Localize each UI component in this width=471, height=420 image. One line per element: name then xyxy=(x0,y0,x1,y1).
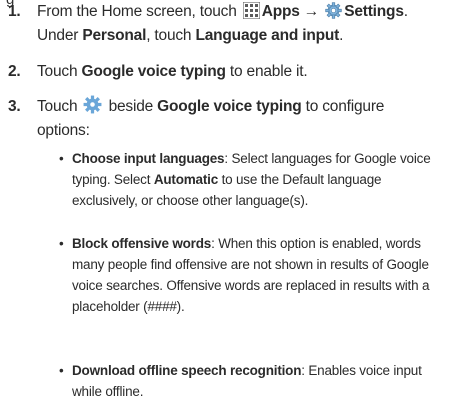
option-text: Choose input languages: Select languages… xyxy=(72,151,431,208)
step-text: From the Home screen, touch Apps → Setti… xyxy=(37,2,408,44)
option-title: Choose input languages xyxy=(72,151,225,166)
step-number: 1. xyxy=(8,3,21,20)
personal-label: Personal xyxy=(82,27,147,44)
language-input-label: Language and input xyxy=(195,27,340,44)
step-text: Touch beside Google voice typing to conf… xyxy=(37,95,467,143)
google-voice-typing-label: Google voice typing xyxy=(81,63,226,80)
instruction-page: g 1. From the Home screen, touch Apps → xyxy=(0,0,471,420)
step-number: 2. xyxy=(8,63,21,80)
step-number: 3. xyxy=(8,98,21,115)
bullet: • xyxy=(59,151,64,166)
option-text: Download offline speech recognition: Ena… xyxy=(72,363,422,399)
option-title: Block offensive words xyxy=(72,236,212,251)
bullet: • xyxy=(59,236,64,251)
apps-label: Apps xyxy=(261,3,300,20)
settings-label: Settings xyxy=(344,3,404,20)
google-voice-typing-label: Google voice typing xyxy=(157,98,302,115)
configure-gear-icon xyxy=(84,95,102,114)
option-text: Block offensive words: When this option … xyxy=(72,236,430,314)
apps-grid-icon xyxy=(242,2,260,19)
bullet: • xyxy=(59,363,64,378)
settings-gear-icon xyxy=(325,2,342,19)
step-text: Touch Google voice typing to enable it. xyxy=(37,63,308,80)
option-title: Download offline speech recognition xyxy=(72,363,302,378)
